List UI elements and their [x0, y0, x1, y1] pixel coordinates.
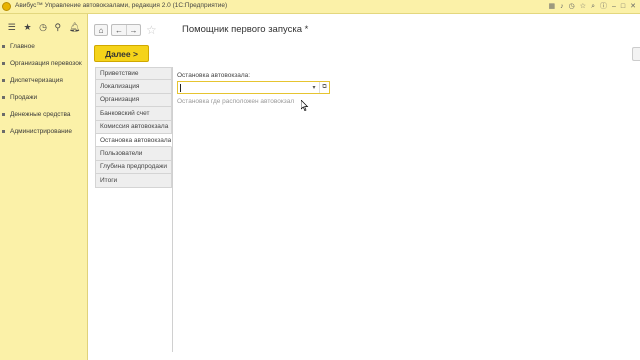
window-title: Авибус™ Управление автовокзалами, редакц… — [15, 2, 228, 9]
step-station-commission[interactable]: Комиссия автовокзала — [95, 120, 172, 134]
search-icon[interactable]: ⚲ — [55, 20, 62, 34]
next-button[interactable]: Далее > — [94, 45, 149, 62]
station-stop-input[interactable]: ▾ ⧉ — [177, 81, 330, 94]
minimize-icon[interactable]: – — [612, 1, 616, 13]
section-item-sales[interactable]: Продажи — [0, 89, 88, 106]
form-area: ⌂ ← → ☆ Помощник первого запуска * Далее… — [89, 14, 640, 360]
back-forward-group: ← → — [111, 24, 141, 36]
section-label: Администрирование — [10, 128, 72, 135]
back-arrow-icon[interactable]: ← — [112, 25, 126, 35]
info-icon[interactable]: ⓘ — [600, 1, 607, 13]
text-caret — [180, 84, 181, 92]
step-organization[interactable]: Организация — [95, 93, 172, 108]
zoom-icon[interactable]: ⌕ — [591, 1, 595, 13]
step-users[interactable]: Пользователи — [95, 147, 172, 161]
section-label: Диспетчеризация — [10, 77, 63, 84]
step-station-stop[interactable]: Остановка автовокзала — [95, 133, 172, 148]
open-link-icon[interactable]: ⧉ — [319, 82, 329, 93]
left-toolbar: ☰ ★ ◷ ⚲ 🔔︎ — [0, 19, 88, 35]
section-label: Продажи — [10, 94, 38, 101]
section-label: Денежные средства — [10, 111, 71, 118]
section-item-main[interactable]: Главное — [0, 38, 88, 55]
more-actions-button[interactable] — [632, 47, 640, 61]
notifications-bell-icon[interactable]: 🔔︎ — [69, 20, 80, 34]
close-icon[interactable]: ✕ — [630, 1, 636, 13]
window-title-bar: Авибус™ Управление автовокзалами, редакц… — [0, 0, 640, 14]
step-content: Остановка автовокзала: ▾ ⧉ Остановка где… — [177, 72, 337, 105]
bell-icon[interactable]: ♪ — [560, 1, 564, 13]
station-stop-label: Остановка автовокзала: — [177, 72, 251, 79]
bullet-icon — [2, 130, 5, 133]
form-title: Помощник первого запуска * — [182, 24, 309, 35]
section-item-administration[interactable]: Администрирование — [0, 123, 88, 140]
wizard-steps: Приветствие Локализация Организация Банк… — [95, 67, 173, 352]
menu-icon[interactable]: ☰ — [8, 20, 16, 34]
step-bank-account[interactable]: Банковский счет — [95, 107, 172, 121]
step-presale-depth[interactable]: Глубина предпродажи — [95, 160, 172, 175]
form-navigation: ⌂ ← → ☆ — [94, 23, 157, 37]
bullet-icon — [2, 62, 5, 65]
bullet-icon — [2, 113, 5, 116]
mouse-pointer-icon — [301, 100, 309, 111]
section-item-dispatching[interactable]: Диспетчеризация — [0, 72, 88, 89]
section-label: Организация перевозок — [10, 60, 82, 67]
favorite-star-icon[interactable]: ☆ — [146, 23, 157, 37]
bullet-icon — [2, 79, 5, 82]
maximize-icon[interactable]: □ — [621, 1, 625, 13]
star-icon[interactable]: ☆ — [580, 1, 586, 13]
bullet-icon — [2, 45, 5, 48]
forward-arrow-icon[interactable]: → — [126, 25, 140, 35]
step-welcome[interactable]: Приветствие — [95, 67, 172, 81]
step-localization[interactable]: Локализация — [95, 80, 172, 94]
section-item-cash[interactable]: Денежные средства — [0, 106, 88, 123]
home-icon: ⌂ — [98, 25, 104, 35]
section-label: Главное — [10, 43, 35, 50]
title-bar-controls: ▦ ♪ ◷ ☆ ⌕ ⓘ – □ ✕ — [549, 1, 636, 13]
favorites-star-icon[interactable]: ★ — [23, 20, 31, 34]
home-button[interactable]: ⌂ — [94, 24, 108, 36]
bullet-icon — [2, 96, 5, 99]
chevron-down-icon[interactable]: ▾ — [309, 82, 319, 93]
station-stop-hint: Остановка где расположен автовокзал — [177, 98, 295, 105]
section-list: Главное Организация перевозок Диспетчери… — [0, 38, 88, 140]
sections-panel: ☰ ★ ◷ ⚲ 🔔︎ Главное Организация перевозок… — [0, 14, 88, 360]
section-item-transport-organization[interactable]: Организация перевозок — [0, 55, 88, 72]
step-summary[interactable]: Итоги — [95, 174, 172, 188]
app-logo-icon — [2, 2, 11, 11]
history-icon[interactable]: ◷ — [39, 20, 47, 34]
grid-icon[interactable]: ▦ — [549, 1, 556, 13]
history-icon[interactable]: ◷ — [569, 1, 575, 13]
